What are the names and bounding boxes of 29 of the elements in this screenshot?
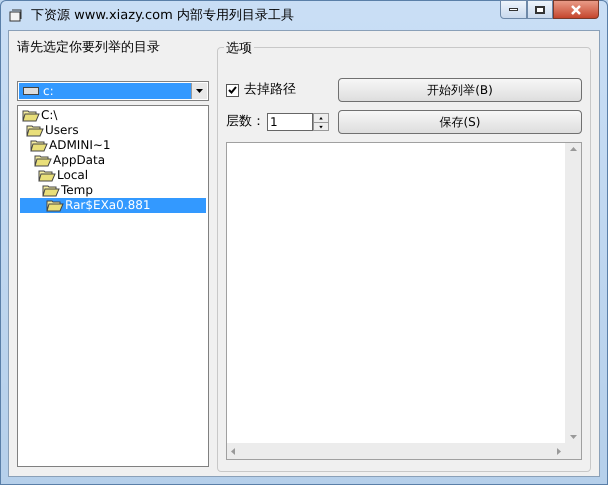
folder-icon [46, 198, 64, 212]
levels-label: 层数： [226, 113, 265, 132]
start-button[interactable]: 开始列举(B) [338, 78, 582, 102]
tree-item[interactable]: C:\ [20, 108, 206, 122]
folder-icon [34, 154, 52, 166]
spinner-control[interactable] [313, 113, 329, 131]
close-button[interactable] [553, 0, 599, 19]
folder-icon [26, 124, 44, 136]
folder-icon [42, 184, 60, 196]
drive-icon [23, 86, 39, 94]
levels-field[interactable]: 1 [267, 113, 313, 131]
tree-item[interactable]: Local [20, 168, 206, 182]
tree-item[interactable]: ADMINI~1 [20, 138, 206, 152]
maximize-button[interactable] [527, 0, 553, 19]
instruction-label: 请先选定你要列举的目录 [17, 39, 161, 57]
folder-icon [22, 108, 40, 122]
tree-item[interactable]: Users [20, 122, 206, 138]
tree-item[interactable]: Temp [20, 182, 206, 198]
minimize-button[interactable] [500, 0, 527, 19]
spin-down-icon[interactable] [314, 122, 328, 130]
tree-item[interactable]: AppData [20, 152, 206, 168]
window-title: 下资源 www.xiazy.com 内部专用列目录工具 [31, 6, 294, 25]
close-icon [570, 4, 582, 14]
folder-icon [38, 168, 56, 182]
app-icon [9, 8, 23, 22]
folder-icon [30, 138, 48, 152]
strip-path-checkbox[interactable]: 去掉路径 [226, 78, 330, 102]
save-button[interactable]: 保存(S) [338, 110, 582, 134]
checkmark-icon [228, 86, 237, 94]
